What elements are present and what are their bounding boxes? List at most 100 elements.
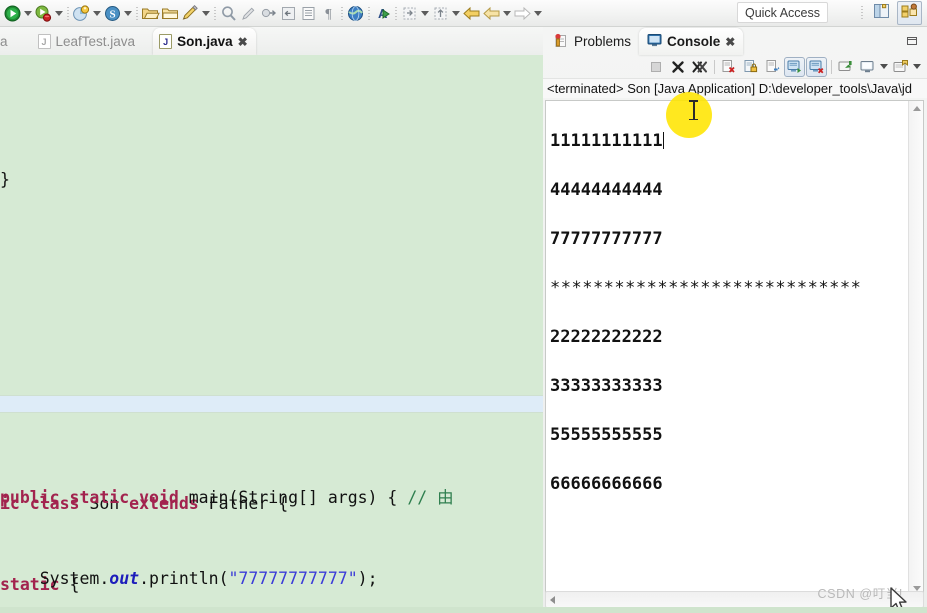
eclipse-ide-window: S ¶ Quick Access a J LeafTest.java J Son… [0,0,927,613]
open-task-button[interactable] [160,1,180,25]
close-icon[interactable]: ✖ [238,36,248,48]
word-wrap-button[interactable] [762,57,783,77]
next-annotation-nav-button[interactable] [399,1,419,25]
editor-fold-separator [0,395,543,413]
view-tab-problems[interactable]: Problems [546,28,639,55]
code-line: System.out.println("77777777777"); [0,569,378,588]
scroll-up-icon[interactable] [913,106,921,111]
pin-console-button[interactable] [835,57,856,77]
open-type-button[interactable] [140,1,160,25]
show-whitespace-button[interactable]: ¶ [318,1,338,25]
code-block-lower: public static void main(String[] args) {… [0,430,543,613]
java-file-icon: J [37,34,51,49]
minimize-icon[interactable] [907,35,919,49]
perspective-java-ee-button[interactable] [869,1,894,25]
show-console-on-output-button[interactable] [784,56,805,77]
profile-button[interactable] [71,1,91,25]
perspective-java-ee-icon [873,3,890,24]
previous-annotation-button[interactable] [430,1,450,25]
console-toolbar [543,55,927,79]
console-vertical-scrollbar[interactable] [908,101,923,596]
pencil-icon [180,3,200,23]
folder-open-icon [140,3,160,23]
open-web-browser-button[interactable] [345,1,365,25]
remove-launch-button[interactable] [667,57,688,77]
console-output-line: ***************************** [550,277,862,298]
toolbar-separator [133,4,140,22]
remove-all-terminated-button[interactable] [689,57,710,77]
next-nav-dropdown[interactable] [532,3,543,23]
coverage-dropdown[interactable] [122,3,133,23]
coverage-button[interactable]: S [102,1,122,25]
open-console-dropdown[interactable] [912,57,922,77]
toolbar-separator [392,4,399,22]
globe-icon [345,3,365,23]
next-annotation-dropdown[interactable] [419,3,430,23]
code-line: } [0,170,10,189]
editor-tab-son[interactable]: J Son.java ✖ [153,28,256,55]
scroll-lock-button[interactable] [740,57,761,77]
pen-gray-icon [238,3,258,23]
run-button[interactable] [2,1,22,25]
next-nav-button[interactable] [512,1,532,25]
close-icon[interactable]: ✖ [725,36,735,48]
console-output-line: 22222222222 [550,326,663,347]
editor-tab-leaftest[interactable]: J LeafTest.java [32,28,144,55]
profile-icon [71,3,91,23]
editor-tab-truncated[interactable]: a [0,28,16,55]
new-java-package-button[interactable] [180,1,200,25]
pencil-dropdown[interactable] [200,3,211,23]
next-annotation-button[interactable] [258,1,278,25]
run-dropdown[interactable] [22,3,33,23]
code-editor[interactable]: } ic class Son extends Father { static {… [0,55,543,613]
editor-tab-leaftest-label: LeafTest.java [55,34,136,49]
code-line: public static void main(String[] args) {… [0,488,454,507]
clear-console-button[interactable] [718,57,739,77]
perspective-java-button[interactable] [897,1,922,25]
previous-edit-button[interactable] [278,1,298,25]
folder-icon [160,3,180,23]
terminate-button[interactable] [645,57,666,77]
debug-dropdown[interactable] [53,3,64,23]
quick-access-input[interactable]: Quick Access [736,2,828,23]
console-output-line: 66666666666 [550,473,663,494]
toolbar-separator [211,4,218,22]
console-view-panel: Problems Console ✖ <terminated> Son [Jav… [543,27,927,613]
bottom-strip [0,607,927,613]
block-selection-icon [298,3,318,23]
previous-annotation-dropdown[interactable] [450,3,461,23]
forward-dropdown[interactable] [501,3,512,23]
perspective-open-icon: A [372,3,392,23]
java-file-icon: J [159,34,173,49]
open-console-button[interactable] [890,57,911,77]
open-perspective-button[interactable]: A [372,1,392,25]
toolbar-separator [828,59,834,75]
profile-dropdown[interactable] [91,3,102,23]
editor-tab-son-label: Son.java [177,34,233,49]
debug-button[interactable] [33,1,53,25]
view-tab-console[interactable]: Console ✖ [639,28,744,55]
editor-tab-bar: a J LeafTest.java J Son.java ✖ [0,27,543,55]
forward-button[interactable] [481,1,501,25]
forward-arrow-icon [481,3,501,23]
toolbar-separator [365,4,372,22]
editor-tab-truncated-label: a [0,34,8,49]
scroll-left-icon[interactable] [550,596,555,604]
last-edit-button[interactable] [238,1,258,25]
console-output-area[interactable]: 11111111111 44444444444 77777777777 ****… [545,100,924,597]
display-selected-console-dropdown[interactable] [879,57,889,77]
next-outline-arrow-icon [512,3,532,23]
run-icon [2,3,22,23]
search-button[interactable] [218,1,238,25]
toggle-block-selection-button[interactable] [298,1,318,25]
display-selected-console-button[interactable] [857,57,878,77]
console-output-line: 11111111111 [550,130,664,151]
show-console-on-error-button[interactable] [806,56,827,77]
toolbar-separator [858,3,865,21]
back-button[interactable] [461,1,481,25]
text-caret [662,131,664,149]
coverage-icon: S [102,3,122,23]
watermark-label: CSDN @叮当! [817,587,903,601]
